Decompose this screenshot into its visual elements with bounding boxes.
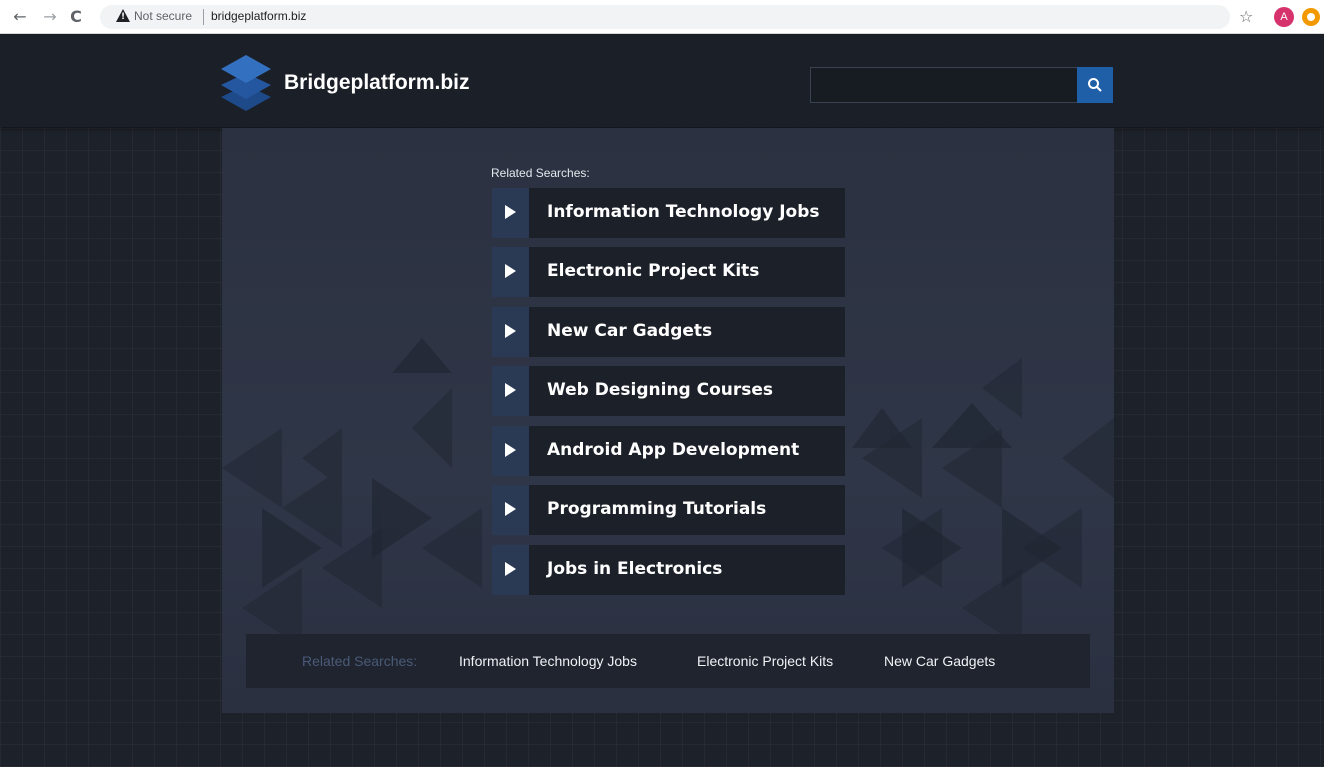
related-link-programming-tutorials[interactable]: Programming Tutorials — [492, 485, 845, 535]
related-link-jobs-in-electronics[interactable]: Jobs in Electronics — [492, 545, 845, 595]
search-icon — [1088, 78, 1102, 92]
arrow-box — [492, 366, 529, 416]
arrow-box — [492, 188, 529, 238]
play-arrow-icon — [505, 264, 516, 278]
warning-icon[interactable] — [116, 9, 130, 22]
search-input[interactable] — [810, 67, 1078, 103]
footer-link-electronic-project-kits[interactable]: Electronic Project Kits — [697, 653, 833, 669]
content-panel: Related Searches: Information Technology… — [222, 128, 1114, 713]
arrow-box — [492, 426, 529, 476]
related-searches-title: Related Searches: — [491, 166, 590, 180]
play-arrow-icon — [505, 443, 516, 457]
arrow-box — [492, 307, 529, 357]
related-link-android-app-development[interactable]: Android App Development — [492, 426, 845, 476]
play-arrow-icon — [505, 562, 516, 576]
extension-icon[interactable] — [1302, 8, 1320, 26]
arrow-box — [492, 485, 529, 535]
security-status[interactable]: Not secure — [134, 9, 192, 23]
footer-link-information-technology-jobs[interactable]: Information Technology Jobs — [459, 653, 637, 669]
page-background: Bridgeplatform.biz Related Searches: Inf… — [0, 35, 1324, 767]
search-button[interactable] — [1077, 67, 1113, 103]
profile-avatar[interactable]: A — [1274, 7, 1294, 27]
play-arrow-icon — [505, 502, 516, 516]
related-link-new-car-gadgets[interactable]: New Car Gadgets — [492, 307, 845, 357]
related-link-label: New Car Gadgets — [547, 321, 713, 341]
related-link-label: Web Designing Courses — [547, 380, 774, 400]
layers-logo-icon[interactable] — [221, 55, 271, 111]
related-link-web-designing-courses[interactable]: Web Designing Courses — [492, 366, 845, 416]
site-header: Bridgeplatform.biz — [0, 35, 1324, 127]
site-logo-text[interactable]: Bridgeplatform.biz — [284, 71, 470, 95]
url-divider — [203, 9, 204, 25]
related-link-information-technology-jobs[interactable]: Information Technology Jobs — [492, 188, 845, 238]
play-arrow-icon — [505, 324, 516, 338]
play-arrow-icon — [505, 205, 516, 219]
url-text[interactable]: bridgeplatform.biz — [211, 9, 306, 23]
play-arrow-icon — [505, 383, 516, 397]
star-icon[interactable]: ☆ — [1239, 7, 1253, 26]
reload-icon[interactable]: C — [66, 7, 86, 27]
back-arrow-icon[interactable]: ← — [10, 7, 30, 27]
arrow-box — [492, 545, 529, 595]
footer-link-new-car-gadgets[interactable]: New Car Gadgets — [884, 653, 995, 669]
related-link-label: Information Technology Jobs — [547, 202, 820, 222]
footer-related-bar: Related Searches: Information Technology… — [246, 634, 1090, 688]
related-link-label: Jobs in Electronics — [547, 559, 723, 579]
footer-related-title: Related Searches: — [302, 653, 418, 669]
related-link-label: Electronic Project Kits — [547, 261, 760, 281]
forward-arrow-icon[interactable]: → — [40, 7, 60, 27]
related-link-electronic-project-kits[interactable]: Electronic Project Kits — [492, 247, 845, 297]
arrow-box — [492, 247, 529, 297]
related-link-label: Android App Development — [547, 440, 800, 460]
browser-toolbar: ← → C Not secure bridgeplatform.biz ☆ A — [0, 0, 1324, 34]
related-link-label: Programming Tutorials — [547, 499, 767, 519]
